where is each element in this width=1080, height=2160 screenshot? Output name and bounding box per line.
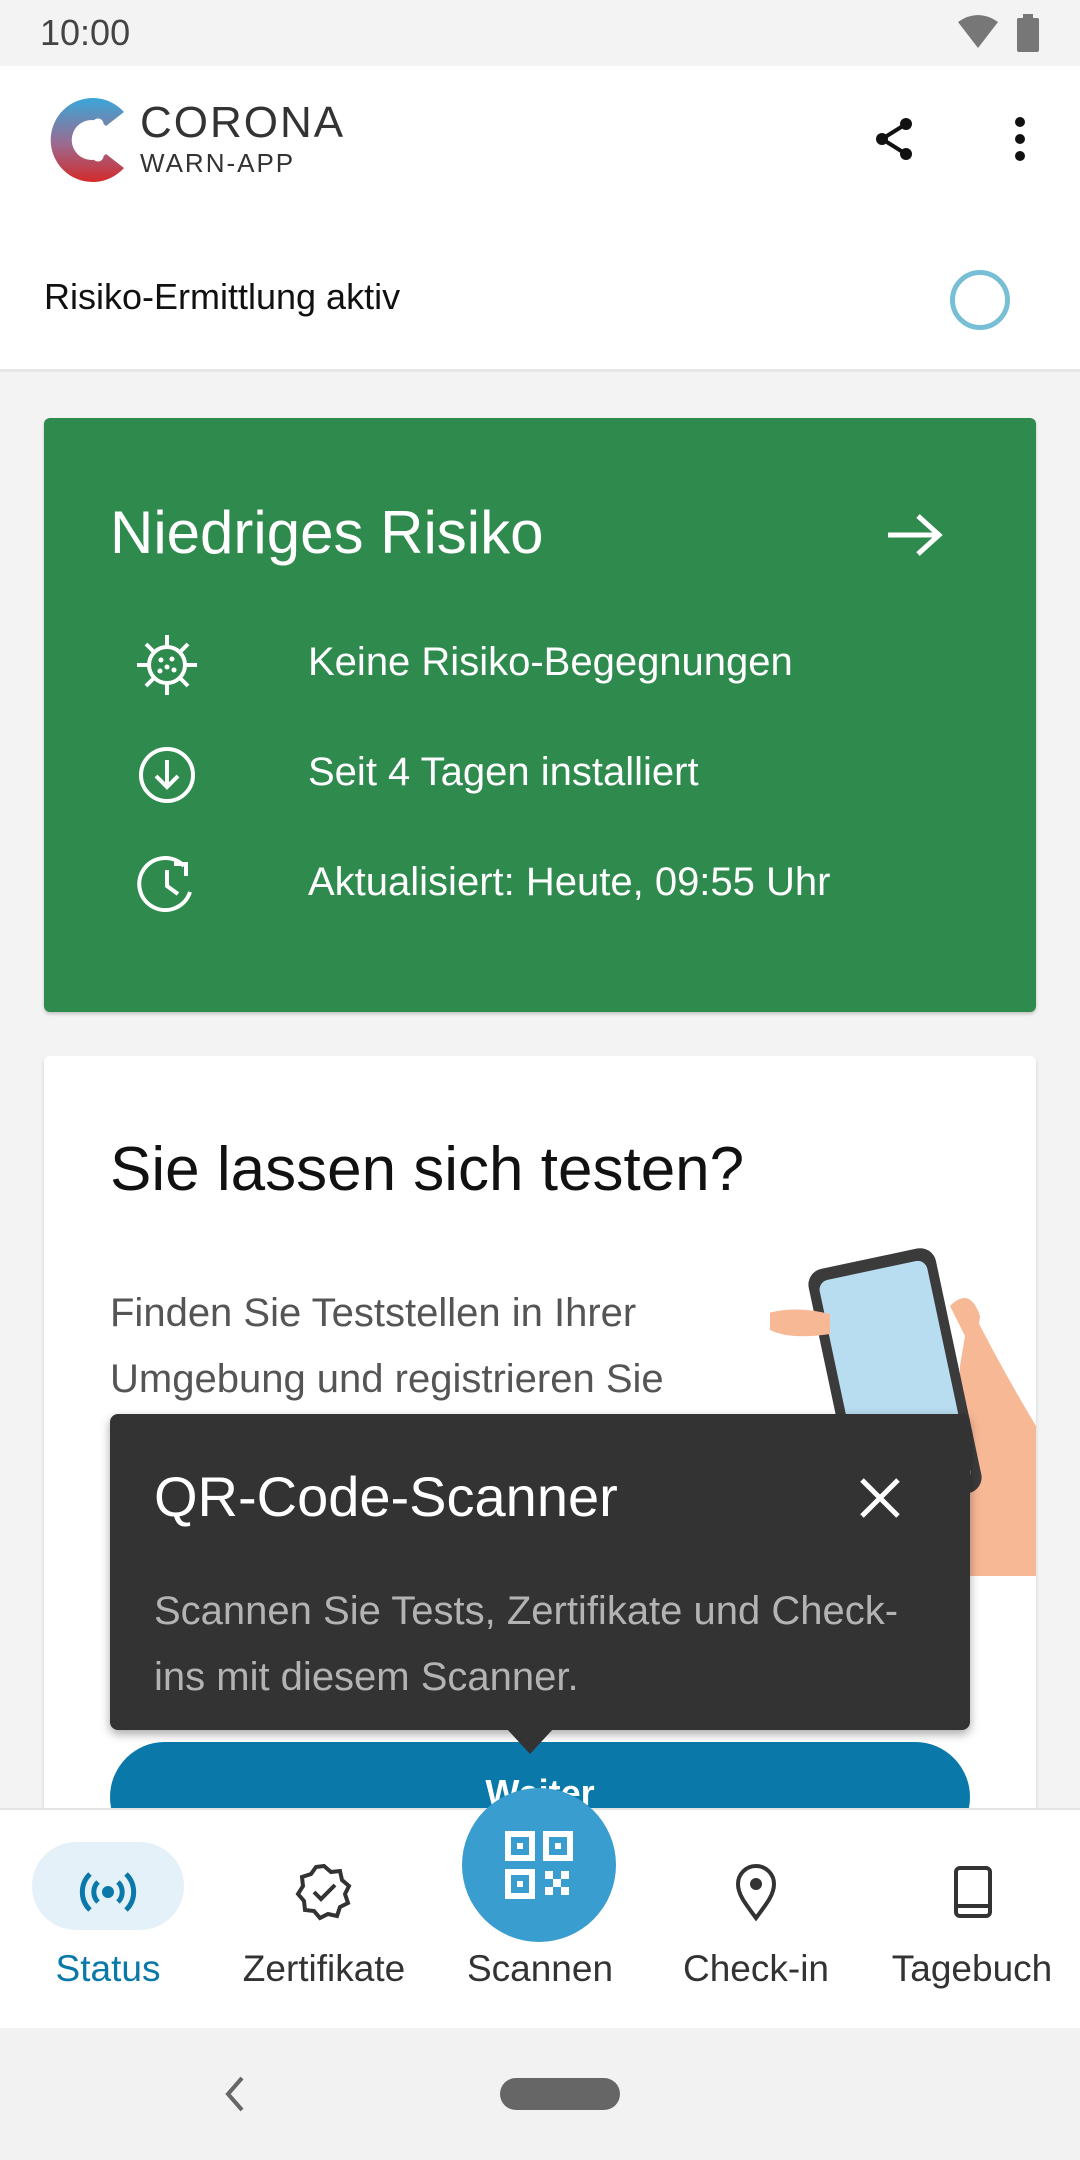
qr-scanner-tooltip: QR-Code-Scanner Scannen Sie Tests, Zerti… [110,1414,970,1754]
risk-line-text: Keine Risiko-Begegnungen [308,640,793,684]
close-icon[interactable] [858,1476,902,1520]
more-vert-icon[interactable] [1000,114,1040,164]
risk-line-encounters: Keine Risiko-Begegnungen [134,626,994,696]
tooltip-pointer [506,1728,554,1754]
risk-tracing-row[interactable]: Risiko-Ermittlung aktiv [0,242,1080,372]
battery-icon [1017,14,1039,52]
risk-card[interactable]: Niedriges Risiko Keine Risiko-Begegnunge… [44,418,1036,1012]
wifi-icon [958,15,998,48]
corona-warn-app-logo-icon [50,98,124,182]
arrow-right-icon [888,514,943,556]
tooltip-text: Scannen Sie Tests, Zertifikate und Check… [154,1589,899,1699]
test-card-title: Sie lassen sich testen? [110,1135,745,1204]
download-icon [139,747,195,803]
system-navigation-bar [0,2028,1080,2160]
app-bar: CORONA WARN-APP [0,66,1080,242]
broadcast-icon [79,1872,137,1912]
nav-item-check-in[interactable]: Check-in [648,1810,864,2030]
logo-title: CORONA [140,98,346,147]
tooltip-title: QR-Code-Scanner [154,1465,618,1528]
nav-label: Scannen [466,1948,614,1989]
screen: 10:00 CORONA WARN-APP Risiko-Ermittlung … [0,0,1080,2160]
qr-code-icon [505,1831,573,1899]
test-card-body: Finden Sie Teststellen in Ihrer Umgebung… [110,1291,664,1401]
tracing-label: Risiko-Ermittlung aktiv [44,276,401,317]
nav-item-zertifikate[interactable]: Zertifikate [216,1810,432,2030]
status-bar: 10:00 [0,0,1080,66]
risk-line-text: Aktualisiert: Heute, 09:55 Uhr [308,860,831,904]
logo-subtitle: WARN-APP [140,148,296,178]
nav-label: Zertifikate [242,1948,406,1989]
nav-label: Status [55,1948,161,1989]
risk-line-text: Seit 4 Tagen installiert [308,750,699,794]
risk-line-installed: Seit 4 Tagen installiert [134,736,994,806]
clock-refresh-icon [137,856,192,912]
virus-icon [137,635,197,695]
nav-label: Check-in [683,1948,829,1989]
tracing-progress-icon [950,270,1010,330]
certificate-icon [295,1863,352,1921]
risk-line-updated: Aktualisiert: Heute, 09:55 Uhr [134,846,994,916]
scan-fab-button[interactable] [462,1788,616,1942]
risk-title: Niedriges Risiko [110,499,544,566]
home-pill-button[interactable] [500,2078,620,2110]
nav-item-tagebuch[interactable]: Tagebuch [864,1810,1080,2030]
book-icon [954,1866,992,1918]
back-icon[interactable] [220,2072,250,2116]
share-icon[interactable] [870,114,920,164]
nav-item-status[interactable]: Status [0,1810,216,2030]
nav-label: Tagebuch [891,1948,1053,1989]
status-time: 10:00 [40,12,131,53]
location-pin-icon [735,1864,777,1922]
